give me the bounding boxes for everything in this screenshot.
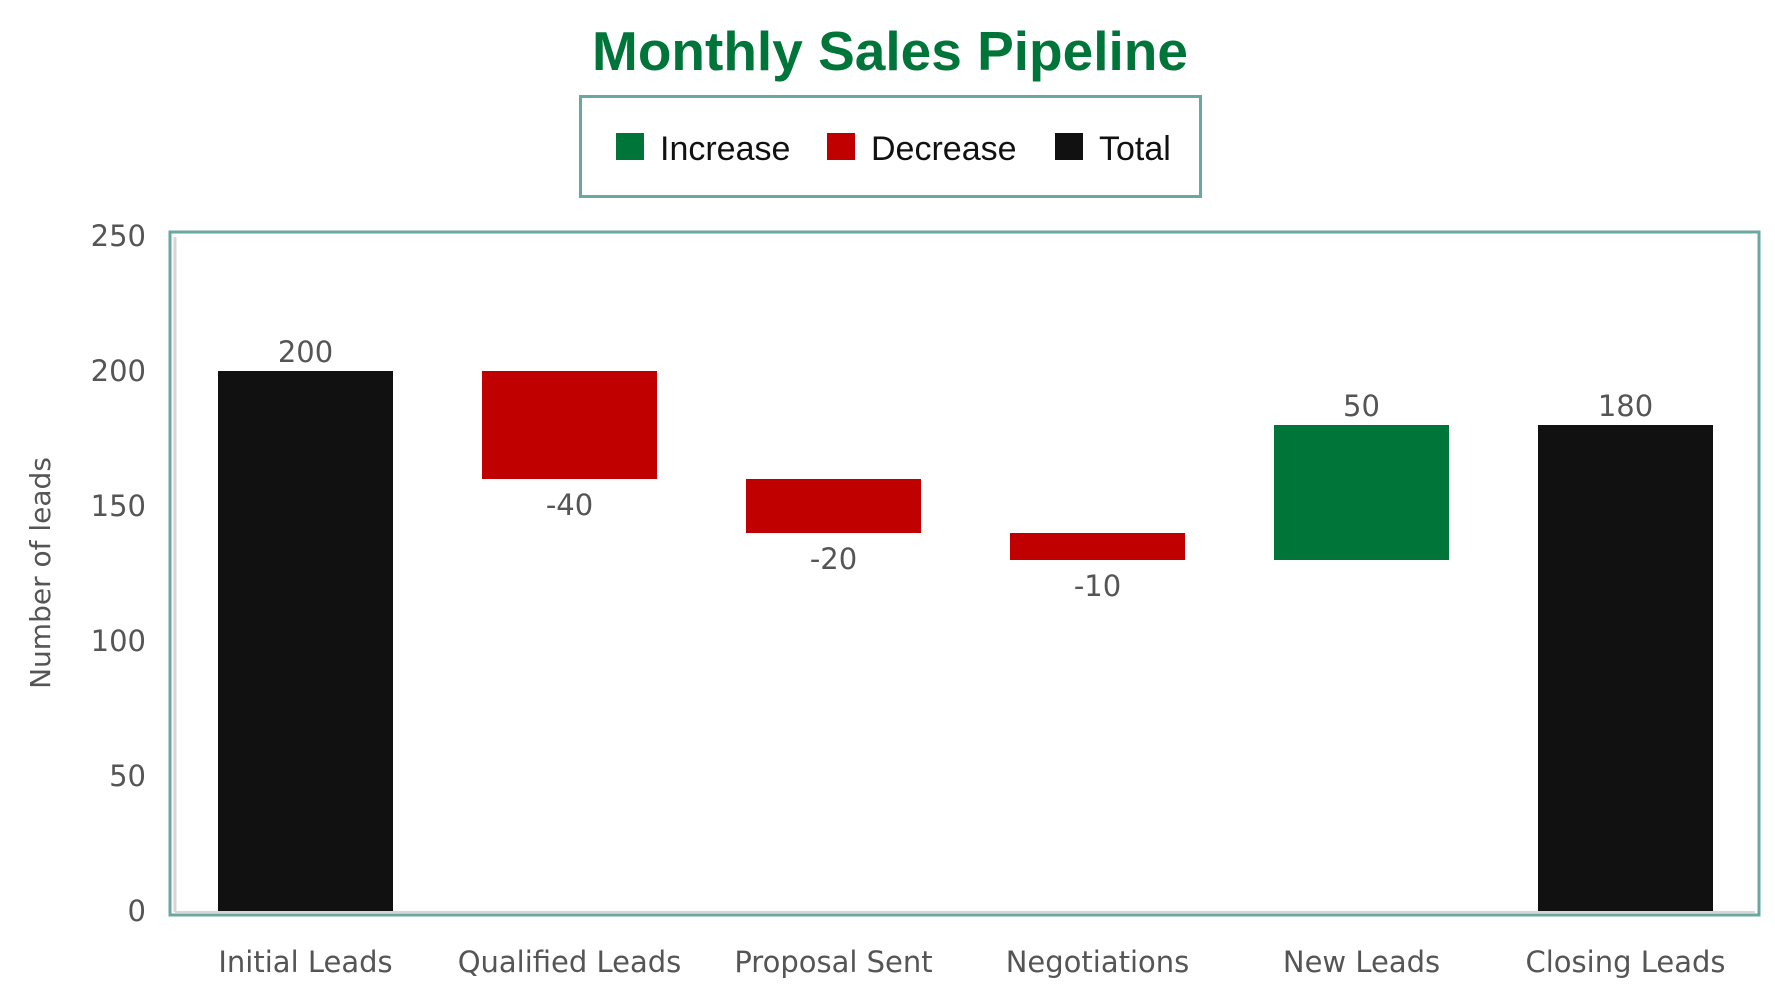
- y-tick-label: 150: [91, 489, 146, 523]
- bar-decrease: [482, 371, 657, 479]
- x-tick-label: Negotiations: [1006, 945, 1190, 979]
- bar-decrease: [746, 479, 921, 533]
- y-tick-label: 50: [109, 759, 146, 793]
- data-label: -40: [546, 488, 593, 522]
- x-tick-label: Qualified Leads: [458, 945, 682, 979]
- x-axis-ticks: Initial Leads Qualified Leads Proposal Sen…: [218, 945, 1725, 979]
- x-tick-label: New Leads: [1283, 945, 1440, 979]
- data-label: -20: [810, 542, 857, 576]
- legend-swatch-total: [1055, 133, 1083, 160]
- bar-total: [218, 371, 393, 911]
- data-label: 200: [278, 335, 333, 369]
- bar-total: [1538, 425, 1713, 911]
- legend: Increase Decrease Total: [579, 95, 1202, 198]
- y-axis-label: Number of leads: [24, 457, 57, 689]
- data-label: 180: [1598, 389, 1653, 423]
- plot-frame: [168, 230, 1761, 917]
- data-label: -10: [1074, 569, 1121, 603]
- x-tick-label: Proposal Sent: [734, 945, 932, 979]
- x-tick-label: Closing Leads: [1526, 945, 1726, 979]
- legend-swatch-decrease: [827, 133, 855, 160]
- bar-increase: [1274, 425, 1449, 560]
- legend-label-total: Total: [1099, 130, 1171, 168]
- y-tick-label: 250: [91, 219, 146, 253]
- y-axis-ticks: 0 50 100 150 200 250: [91, 219, 146, 928]
- y-tick-label: 0: [128, 894, 146, 928]
- legend-label-increase: Increase: [660, 130, 790, 168]
- y-tick-label: 100: [91, 624, 146, 658]
- waterfall-chart: Monthly Sales Pipeline Increase Decrease…: [24, 20, 1761, 979]
- y-tick-label: 200: [91, 354, 146, 388]
- x-tick-label: Initial Leads: [218, 945, 392, 979]
- data-label: 50: [1343, 389, 1380, 423]
- bar-decrease: [1010, 533, 1185, 560]
- chart-title: Monthly Sales Pipeline: [592, 20, 1188, 82]
- legend-label-decrease: Decrease: [871, 130, 1017, 168]
- legend-swatch-increase: [616, 133, 644, 160]
